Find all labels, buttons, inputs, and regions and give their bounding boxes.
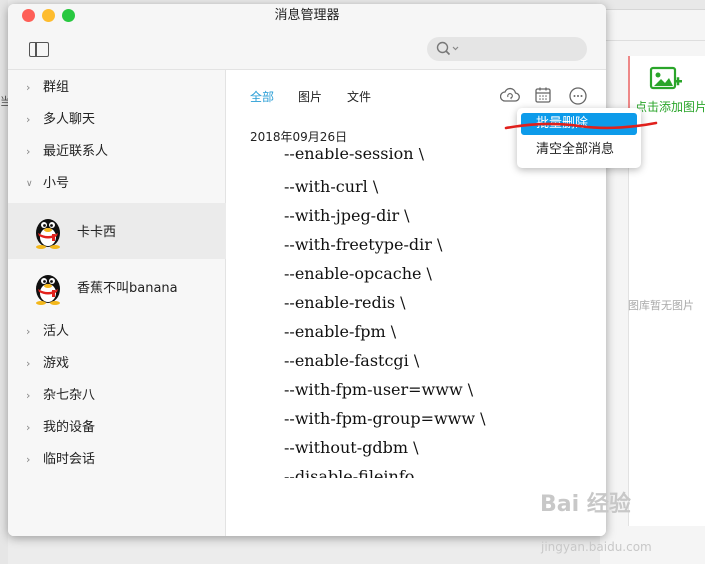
code-line: --enable-fpm \	[284, 322, 397, 341]
contact-item[interactable]: 卡卡西	[8, 203, 226, 259]
baidu-watermark-url: jingyan.baidu.com	[541, 540, 652, 554]
date-header: 2018年09月26日	[250, 130, 348, 144]
contact-name: 香蕉不叫banana	[77, 281, 178, 296]
group-row[interactable]: › 杂七杂八	[8, 383, 226, 409]
chevron-down-icon: ∨	[26, 179, 33, 189]
code-line: --with-jpeg-dir \	[284, 206, 410, 225]
group-label: 杂七杂八	[43, 388, 96, 403]
chevron-right-icon: ›	[26, 389, 31, 402]
group-row[interactable]: › 我的设备	[8, 415, 226, 441]
group-label: 小号	[43, 176, 70, 191]
tab-files[interactable]: 文件	[347, 88, 371, 105]
image-message[interactable]: --enable-session \ --with-curl \ --with-…	[282, 148, 542, 478]
baidu-watermark: Bai 经验	[540, 492, 631, 517]
zoom-window-button[interactable]	[62, 9, 75, 22]
background-app-divider	[600, 40, 705, 41]
code-line: --with-curl \	[284, 177, 379, 196]
group-label: 我的设备	[43, 420, 96, 435]
chevron-right-icon: ›	[26, 81, 31, 94]
group-label: 临时会话	[43, 452, 96, 467]
code-line: --enable-redis \	[284, 293, 406, 312]
chevron-right-icon: ›	[26, 357, 31, 370]
group-row[interactable]: › 最近联系人	[8, 139, 226, 165]
search-icon	[436, 41, 459, 56]
sidebar-toggle-icon[interactable]	[29, 42, 49, 57]
close-window-button[interactable]	[22, 9, 35, 22]
toolbar	[8, 28, 606, 70]
chevron-right-icon: ›	[26, 421, 31, 434]
add-photo-link[interactable]: 点击添加图片	[635, 98, 705, 115]
chevron-right-icon: ›	[26, 325, 31, 338]
tab-all[interactable]: 全部	[250, 88, 274, 105]
background-left-window	[0, 0, 8, 564]
code-line: --disable-fileinfo	[284, 467, 415, 478]
calendar-icon[interactable]	[534, 86, 552, 104]
chevron-right-icon: ›	[26, 113, 31, 126]
code-line: --with-freetype-dir \	[284, 235, 443, 254]
cloud-sync-icon[interactable]	[500, 86, 520, 104]
add-image-icon[interactable]	[648, 64, 684, 94]
chevron-right-icon: ›	[26, 453, 31, 466]
qq-penguin-avatar-icon	[36, 219, 60, 249]
search-input[interactable]	[427, 37, 587, 61]
chevron-right-icon: ›	[26, 145, 31, 158]
background-app-titlebar	[600, 0, 705, 10]
tab-images[interactable]: 图片	[298, 88, 322, 105]
contact-item[interactable]: 香蕉不叫banana	[8, 259, 226, 315]
code-line: --with-fpm-user=www \	[284, 380, 474, 399]
window-title: 消息管理器	[274, 8, 340, 23]
minimize-window-button[interactable]	[42, 9, 55, 22]
clear-all-messages-menu-item[interactable]: 清空全部消息	[521, 139, 637, 161]
red-annotation-mark	[504, 121, 658, 130]
title-bar: 消息管理器	[8, 4, 606, 28]
group-row[interactable]: › 多人聊天	[8, 107, 226, 133]
code-line: --without-gdbm \	[284, 438, 419, 457]
contact-name: 卡卡西	[77, 225, 117, 240]
group-row[interactable]: › 临时会话	[8, 447, 226, 473]
qq-penguin-avatar-icon	[36, 275, 60, 305]
group-row[interactable]: › 活人	[8, 319, 226, 345]
group-row[interactable]: › 游戏	[8, 351, 226, 377]
group-label: 群组	[43, 80, 70, 95]
group-label: 最近联系人	[43, 144, 109, 159]
group-label: 活人	[43, 324, 70, 339]
group-row[interactable]: › 群组	[8, 75, 226, 101]
background-app: 点击添加图片 图库暂无图片	[600, 0, 705, 564]
code-line: --enable-opcache \	[284, 264, 432, 283]
code-line: --with-fpm-group=www \	[284, 409, 486, 428]
contact-sidebar: › 群组 › 多人聊天 › 最近联系人 ∨ 小号 卡卡西 香蕉不叫banana …	[8, 70, 226, 536]
code-line: --enable-session \	[284, 148, 424, 163]
empty-gallery-text: 图库暂无图片	[628, 299, 694, 312]
group-label: 多人聊天	[43, 112, 96, 127]
code-line: --enable-fastcgi \	[284, 351, 420, 370]
group-label: 游戏	[43, 356, 70, 371]
message-manager-window: 消息管理器 › 群组 › 多人聊天 › 最近联系人 ∨ 小号 卡卡西 香蕉不叫b…	[8, 4, 606, 536]
group-row[interactable]: ∨ 小号	[8, 171, 226, 197]
more-options-icon[interactable]	[568, 86, 588, 106]
